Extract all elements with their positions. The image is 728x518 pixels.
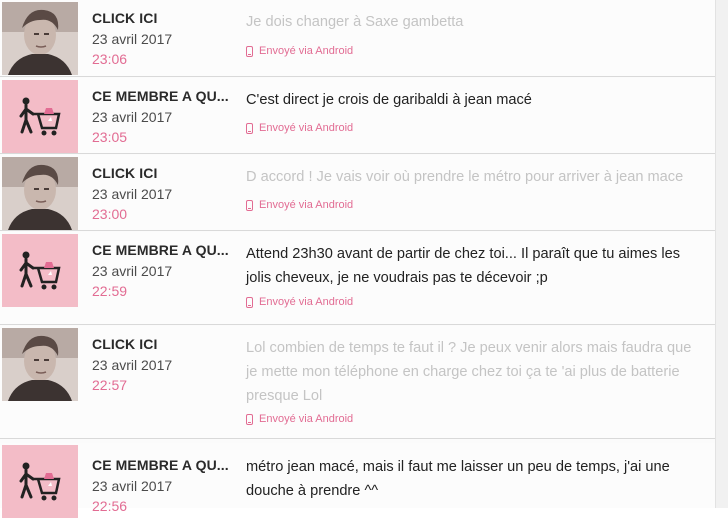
message-meta: CE MEMBRE A QU... 23 avril 2017 22:59 [92,242,242,299]
author-name[interactable]: CLICK ICI [92,336,242,352]
message-text: C'est direct je crois de garibaldi à jea… [246,92,532,108]
message-time: 22:59 [92,283,128,299]
member-avatar[interactable] [2,80,78,153]
message-date: 23 avril 2017 [92,31,173,47]
sent-via: Envoyé via Android [246,199,353,211]
message-text: Je dois changer à Saxe gambetta [246,14,464,30]
author-name[interactable]: CE MEMBRE A QU... [92,242,242,258]
sent-via-label: Envoyé via Android [259,413,354,425]
message-date: 23 avril 2017 [92,263,173,279]
phone-icon [246,199,253,211]
shopping-cart-icon [2,80,78,153]
portrait-photo [2,2,78,75]
author-name[interactable]: CLICK ICI [92,10,242,26]
phone-icon [246,413,253,425]
member-avatar[interactable] [2,234,78,307]
message-text: Lol combien de temps te faut il ? Je peu… [246,340,692,404]
message-time: 23:05 [92,129,128,145]
sent-via-label: Envoyé via Android [259,122,354,134]
message-time: 22:56 [92,498,128,514]
message-time: 22:57 [92,377,128,393]
phone-icon [246,45,253,57]
author-name[interactable]: CE MEMBRE A QU... [92,88,242,104]
message-text: Attend 23h30 avant de partir de chez toi… [246,246,681,286]
message-date: 23 avril 2017 [92,478,173,494]
shopping-cart-icon [2,445,78,518]
portrait-photo [2,157,78,230]
message-item: CLICK ICI 23 avril 2017 23:00 D accord !… [0,155,716,231]
sent-via: Envoyé via Android [246,296,353,308]
message-text: métro jean macé, mais il faut me laisser… [246,459,670,499]
message-item: CLICK ICI 23 avril 2017 23:06 Je dois ch… [0,0,716,77]
user-avatar[interactable] [2,328,78,401]
message-meta: CLICK ICI 23 avril 2017 23:00 [92,165,242,222]
message-date: 23 avril 2017 [92,109,173,125]
sent-via: Envoyé via Android [246,122,353,134]
message-thread: CLICK ICI 23 avril 2017 23:06 Je dois ch… [0,0,728,518]
message-meta: CLICK ICI 23 avril 2017 22:57 [92,336,242,393]
sent-via: Envoyé via Android [246,413,353,425]
author-name[interactable]: CLICK ICI [92,165,242,181]
message-item: CE MEMBRE A QU... 23 avril 2017 22:59 At… [0,232,716,325]
message-meta: CE MEMBRE A QU... 23 avril 2017 23:05 [92,88,242,145]
user-avatar[interactable] [2,2,78,75]
message-meta: CE MEMBRE A QU... 23 avril 2017 22:56 [92,457,242,514]
sent-via: Envoyé via Android [246,45,353,57]
phone-icon [246,296,253,308]
sent-via-label: Envoyé via Android [259,199,354,211]
message-time: 23:06 [92,51,128,67]
sent-via-label: Envoyé via Android [259,296,354,308]
author-name[interactable]: CE MEMBRE A QU... [92,457,242,473]
shopping-cart-icon [2,234,78,307]
message-item: CE MEMBRE A QU... 23 avril 2017 22:56 mé… [0,443,716,518]
user-avatar[interactable] [2,157,78,230]
message-date: 23 avril 2017 [92,186,173,202]
message-text: D accord ! Je vais voir où prendre le mé… [246,169,684,185]
message-item: CE MEMBRE A QU... 23 avril 2017 23:05 C'… [0,78,716,154]
sent-via-label: Envoyé via Android [259,45,354,57]
message-meta: CLICK ICI 23 avril 2017 23:06 [92,10,242,67]
phone-icon [246,122,253,134]
member-avatar[interactable] [2,445,78,518]
message-time: 23:00 [92,206,128,222]
portrait-photo [2,328,78,401]
message-date: 23 avril 2017 [92,357,173,373]
message-item: CLICK ICI 23 avril 2017 22:57 Lol combie… [0,326,716,439]
scrollbar-track[interactable] [715,0,728,508]
